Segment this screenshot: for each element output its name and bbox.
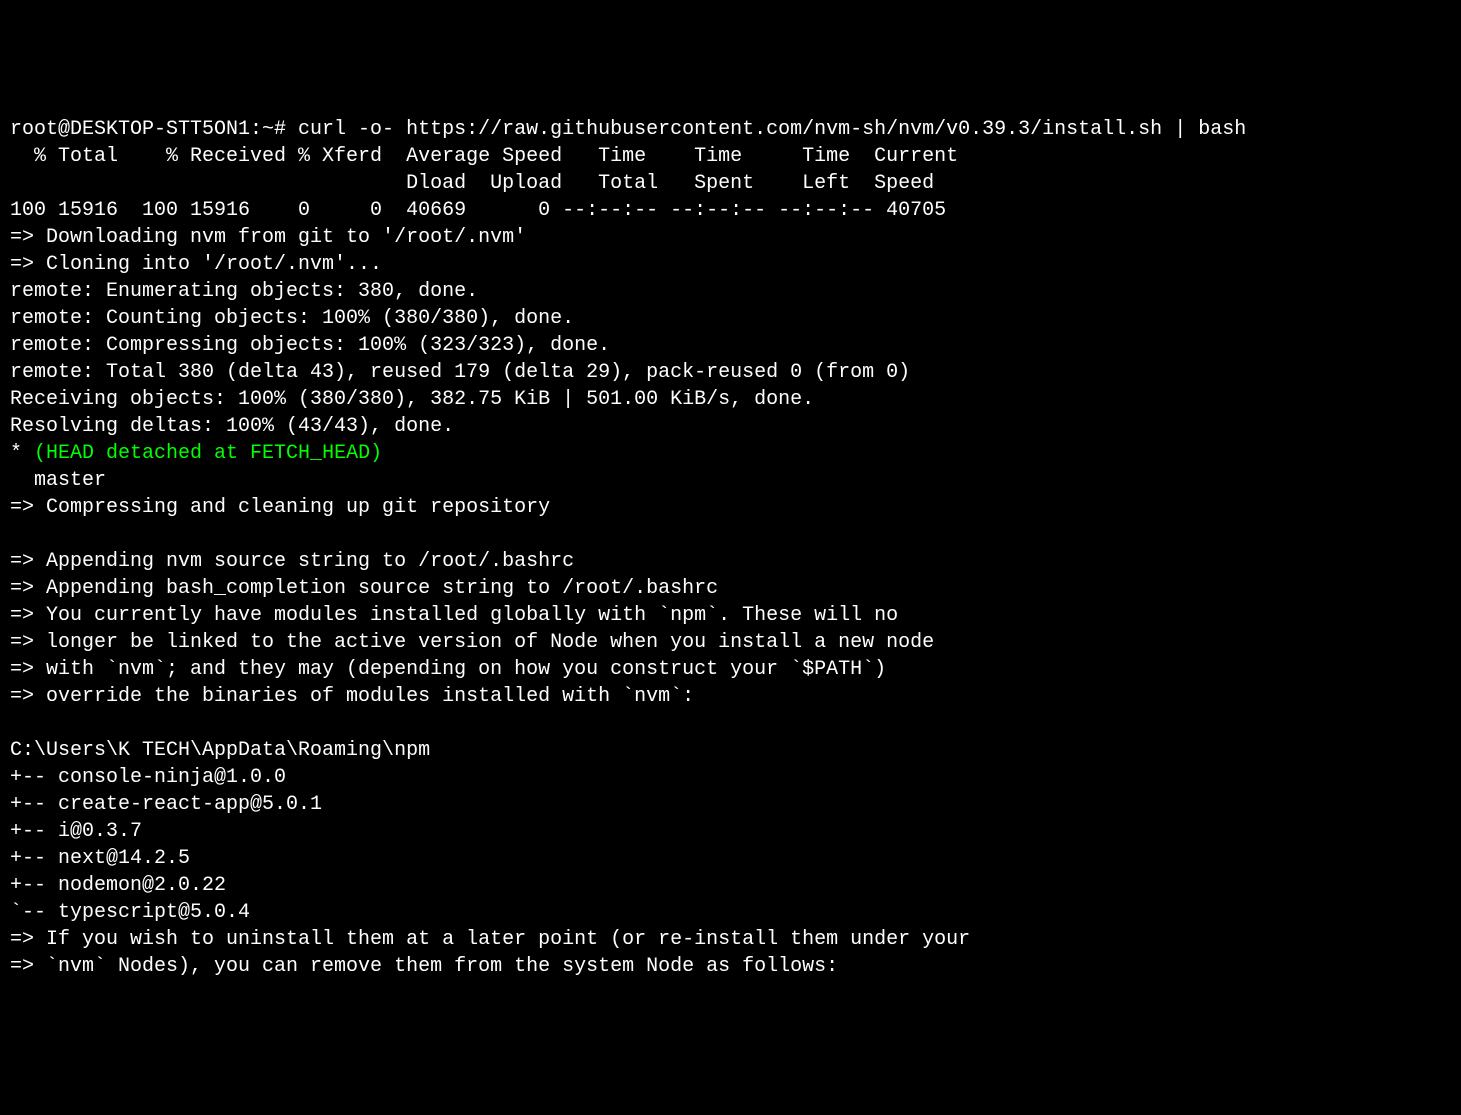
- git-head-detached: (HEAD detached at FETCH_HEAD): [34, 442, 382, 465]
- output-line: => Appending nvm source string to /root/…: [10, 550, 574, 573]
- curl-header-line: Dload Upload Total Spent Left Speed: [10, 172, 934, 195]
- output-line: => with `nvm`; and they may (depending o…: [10, 658, 886, 681]
- branch-marker: *: [10, 442, 34, 465]
- curl-progress-line: 100 15916 100 15916 0 0 40669 0 --:--:--…: [10, 199, 946, 222]
- package-line: +-- nodemon@2.0.22: [10, 874, 226, 897]
- output-line: => You currently have modules installed …: [10, 604, 898, 627]
- output-line: => `nvm` Nodes), you can remove them fro…: [10, 955, 838, 978]
- git-branch-master: master: [10, 469, 106, 492]
- package-line: `-- typescript@5.0.4: [10, 901, 250, 924]
- output-line: remote: Compressing objects: 100% (323/3…: [10, 334, 610, 357]
- npm-path-line: C:\Users\K TECH\AppData\Roaming\npm: [10, 739, 430, 762]
- output-line: => Appending bash_completion source stri…: [10, 577, 718, 600]
- output-line: => If you wish to uninstall them at a la…: [10, 928, 970, 951]
- output-line: Resolving deltas: 100% (43/43), done.: [10, 415, 454, 438]
- command-text: curl -o- https://raw.githubusercontent.c…: [298, 118, 1246, 141]
- shell-prompt: root@DESKTOP-STT5ON1:~#: [10, 118, 298, 141]
- package-line: +-- i@0.3.7: [10, 820, 142, 843]
- output-line: => Cloning into '/root/.nvm'...: [10, 253, 382, 276]
- package-line: +-- console-ninja@1.0.0: [10, 766, 286, 789]
- terminal-output[interactable]: root@DESKTOP-STT5ON1:~# curl -o- https:/…: [10, 116, 1451, 980]
- output-line: remote: Enumerating objects: 380, done.: [10, 280, 478, 303]
- output-line: => Downloading nvm from git to '/root/.n…: [10, 226, 526, 249]
- output-line: remote: Counting objects: 100% (380/380)…: [10, 307, 574, 330]
- output-line: Receiving objects: 100% (380/380), 382.7…: [10, 388, 814, 411]
- curl-header-line: % Total % Received % Xferd Average Speed…: [10, 145, 958, 168]
- output-line: => longer be linked to the active versio…: [10, 631, 934, 654]
- package-line: +-- next@14.2.5: [10, 847, 190, 870]
- output-line: => Compressing and cleaning up git repos…: [10, 496, 550, 519]
- output-line: => override the binaries of modules inst…: [10, 685, 694, 708]
- package-line: +-- create-react-app@5.0.1: [10, 793, 322, 816]
- output-line: remote: Total 380 (delta 43), reused 179…: [10, 361, 910, 384]
